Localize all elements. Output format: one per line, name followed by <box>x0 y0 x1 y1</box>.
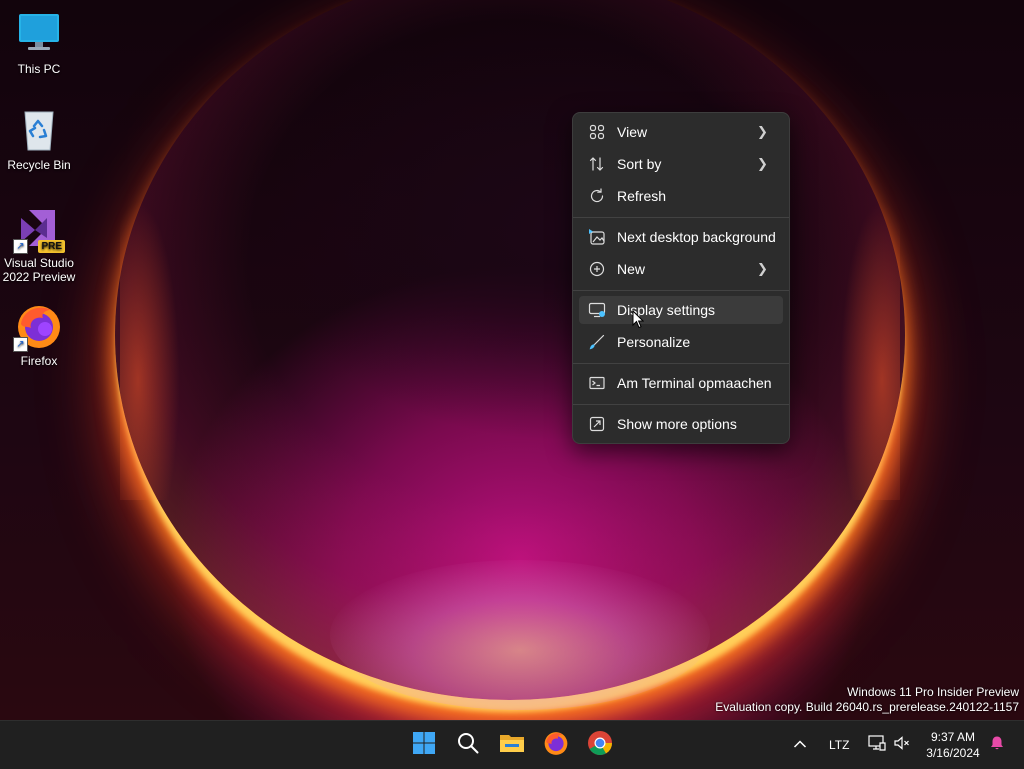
menu-item-label: Am Terminal opmaachen <box>617 375 772 391</box>
chevron-up-icon <box>793 736 807 754</box>
wallpaper-glow-left <box>120 200 180 500</box>
chevron-right-icon: ❯ <box>757 261 768 276</box>
wallpaper-glow-right <box>840 200 900 500</box>
menu-item-new[interactable]: New ❯ <box>579 255 783 283</box>
volume-button[interactable] <box>890 725 914 765</box>
firefox-icon: ↗ <box>13 302 63 352</box>
desktop-icon-firefox[interactable]: ↗ Firefox <box>1 302 77 368</box>
menu-separator <box>573 404 789 405</box>
desktop-icon-label: Visual Studio 2022 Preview <box>2 256 76 284</box>
desktop-icon-label: Firefox <box>20 354 58 368</box>
shortcut-arrow-icon: ↗ <box>13 239 28 254</box>
chrome-taskbar-button[interactable] <box>580 725 620 765</box>
evaluation-watermark: Windows 11 Pro Insider Preview Evaluatio… <box>715 685 1019 715</box>
menu-item-refresh[interactable]: Refresh <box>579 182 783 210</box>
shortcut-arrow-icon: ↗ <box>13 337 28 352</box>
monitor-icon <box>15 10 63 58</box>
clock[interactable]: 9:37 AM 3/16/2024 <box>922 729 984 761</box>
sort-icon <box>588 155 606 173</box>
chrome-icon <box>587 730 613 761</box>
taskbar: LTZ 9:37 AM 3/16/2024 <box>0 720 1024 769</box>
menu-item-label: Next desktop background <box>617 229 776 245</box>
start-button[interactable] <box>404 725 444 765</box>
file-explorer-button[interactable] <box>492 725 532 765</box>
menu-item-label: View <box>617 124 648 140</box>
desktop-icon-visual-studio[interactable]: PRE ↗ Visual Studio 2022 Preview <box>1 204 77 284</box>
desktop-icon-recycle-bin[interactable]: Recycle Bin <box>1 106 77 172</box>
firefox-taskbar-button[interactable] <box>536 725 576 765</box>
menu-item-label: Refresh <box>617 188 667 204</box>
speaker-muted-icon <box>894 735 910 756</box>
watermark-build: Evaluation copy. Build 26040.rs_prerelea… <box>715 700 1019 714</box>
new-plus-icon <box>588 260 606 278</box>
desktop-context-menu: View ❯ Sort by ❯ Refresh Next desktop ba… <box>572 112 790 444</box>
menu-item-personalize[interactable]: Personalize <box>579 328 783 356</box>
preview-badge: PRE <box>38 240 65 253</box>
chevron-right-icon: ❯ <box>757 124 768 139</box>
menu-item-sort-by[interactable]: Sort by ❯ <box>579 150 783 178</box>
firefox-icon <box>543 730 569 761</box>
visual-studio-icon: PRE ↗ <box>13 204 65 254</box>
desktop-icon-this-pc[interactable]: This PC <box>1 10 77 76</box>
menu-item-display-settings[interactable]: Display settings <box>579 296 783 324</box>
menu-item-show-more-options[interactable]: Show more options <box>579 410 783 438</box>
refresh-icon <box>588 187 606 205</box>
watermark-edition: Windows 11 Pro Insider Preview <box>847 685 1019 699</box>
desktop-icon-label: This PC <box>17 62 61 76</box>
bell-icon <box>989 735 1005 756</box>
clock-date: 3/16/2024 <box>926 746 980 760</box>
menu-separator <box>573 290 789 291</box>
personalize-brush-icon <box>588 333 606 351</box>
search-button[interactable] <box>448 725 488 765</box>
display-settings-icon <box>588 301 606 319</box>
next-background-icon <box>588 228 606 246</box>
desktop-icon-label: Recycle Bin <box>7 158 71 172</box>
input-language-indicator[interactable]: LTZ <box>829 738 849 752</box>
network-icon <box>868 734 886 756</box>
mouse-cursor-icon <box>632 309 645 334</box>
notifications-button[interactable] <box>984 725 1010 765</box>
network-status-button[interactable] <box>864 725 890 765</box>
menu-item-open-terminal[interactable]: Am Terminal opmaachen <box>579 369 783 397</box>
menu-item-label: Show more options <box>617 416 737 432</box>
wallpaper-glow-bottom <box>330 560 710 710</box>
clock-time: 9:37 AM <box>930 730 976 744</box>
start-icon <box>412 731 436 760</box>
more-options-icon <box>588 415 606 433</box>
chevron-right-icon: ❯ <box>757 156 768 171</box>
desktop-wallpaper <box>0 0 1024 720</box>
show-hidden-icons-button[interactable] <box>780 725 820 765</box>
menu-item-label: New <box>617 261 646 277</box>
menu-separator <box>573 363 789 364</box>
file-explorer-icon <box>499 732 525 759</box>
search-icon <box>457 732 479 759</box>
menu-item-view[interactable]: View ❯ <box>579 118 783 146</box>
menu-separator <box>573 217 789 218</box>
view-grid-icon <box>588 123 606 141</box>
terminal-icon <box>588 374 606 392</box>
menu-item-label: Sort by <box>617 156 662 172</box>
menu-item-label: Personalize <box>617 334 691 350</box>
recycle-bin-icon <box>15 106 63 154</box>
menu-item-next-background[interactable]: Next desktop background <box>579 223 783 251</box>
